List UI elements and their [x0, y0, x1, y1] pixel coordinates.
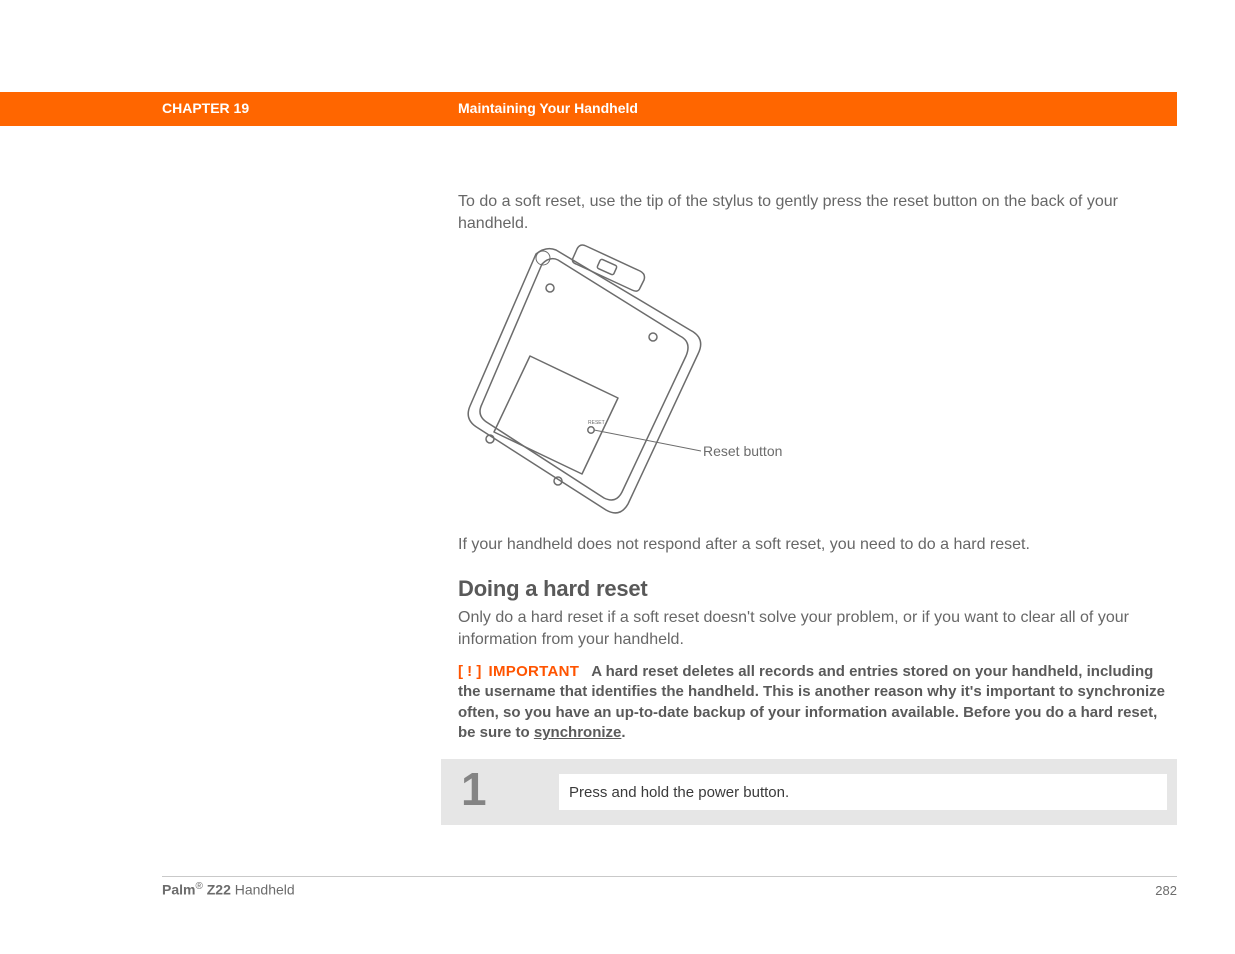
footer-brand: Palm® Z22 Handheld [162, 881, 295, 898]
chapter-header-bar: CHAPTER 19 Maintaining Your Handheld [0, 92, 1177, 126]
soft-reset-paragraph: To do a soft reset, use the tip of the s… [458, 191, 1158, 234]
synchronize-link[interactable]: synchronize [534, 724, 622, 741]
step-number: 1 [461, 762, 487, 816]
footer-model: Z22 [203, 882, 231, 898]
after-soft-reset-paragraph: If your handheld does not respond after … [458, 534, 1158, 556]
hard-reset-intro: Only do a hard reset if a soft reset doe… [458, 607, 1158, 650]
important-note: [ ! ] IMPORTANT A hard reset deletes all… [458, 662, 1168, 743]
chapter-title: Maintaining Your Handheld [458, 100, 638, 116]
important-tag: IMPORTANT [489, 663, 580, 680]
step-instruction: Press and hold the power button. [559, 774, 1167, 810]
handheld-diagram: RESET [458, 238, 958, 538]
footer-suffix: Handheld [231, 882, 295, 898]
footer-brand-name: Palm [162, 882, 195, 898]
footer-divider [162, 876, 1177, 877]
registered-mark: ® [195, 881, 202, 892]
important-after: . [621, 724, 625, 741]
page-number: 282 [1155, 883, 1177, 898]
step-1-box: 1 Press and hold the power button. [441, 759, 1177, 825]
hard-reset-heading: Doing a hard reset [458, 576, 648, 602]
reset-button-callout: Reset button [703, 443, 782, 459]
chapter-label: CHAPTER 19 [162, 100, 249, 116]
callout-line-icon [458, 238, 718, 538]
important-bracket-icon: [ ! ] [458, 663, 481, 680]
step-text: Press and hold the power button. [569, 784, 789, 801]
page: CHAPTER 19 Maintaining Your Handheld To … [0, 0, 1235, 954]
